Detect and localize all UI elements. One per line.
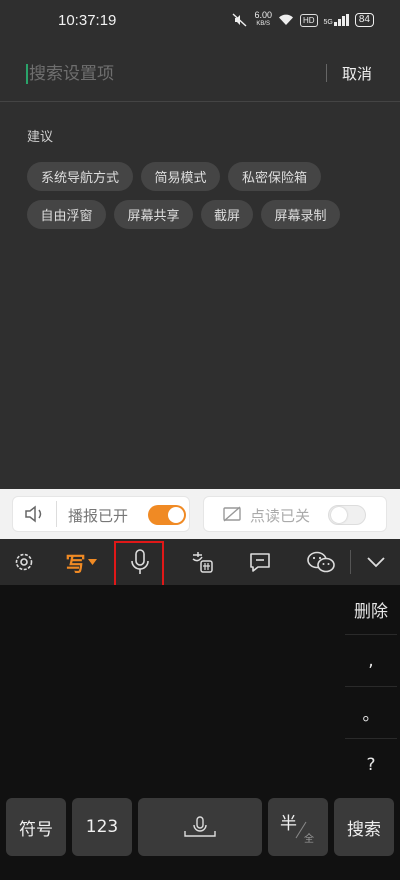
- status-icons: 6.00 KB/S HD 5G 84: [232, 11, 374, 29]
- broadcast-label: 播报已开: [68, 507, 129, 525]
- suggestion-chip[interactable]: 简易模式: [141, 162, 220, 191]
- toggle-knob: [331, 507, 347, 523]
- suggestion-chip[interactable]: 截屏: [201, 200, 253, 229]
- point-read-label: 点读已关: [250, 507, 311, 525]
- suggestion-chip[interactable]: 系统导航方式: [27, 162, 133, 191]
- network-speed: 6.00 KB/S: [254, 10, 272, 28]
- wechat-icon: [307, 551, 335, 573]
- point-read-toggle[interactable]: [328, 505, 366, 525]
- clock: 10:37:19: [58, 12, 117, 29]
- symbols-key[interactable]: 符号: [6, 798, 66, 856]
- period-key[interactable]: 。: [345, 687, 397, 739]
- keyboard: 删除 , 。 ? 符号 123 半 全 搜索: [0, 585, 400, 880]
- hd-badge: HD: [299, 13, 318, 27]
- suggestion-chip[interactable]: 屏幕录制: [261, 200, 340, 229]
- search-input[interactable]: [29, 62, 309, 86]
- divider: [350, 550, 351, 574]
- status-bar: 10:37:19 6.00 KB/S HD 5G 84: [0, 0, 400, 44]
- quick-phrase-button[interactable]: [238, 539, 282, 585]
- point-read-off-icon: [223, 506, 241, 522]
- fullwidth-label: 全: [304, 834, 314, 845]
- battery-icon: 84: [354, 13, 374, 27]
- keyboard-settings-button[interactable]: [6, 539, 42, 585]
- emoji-face-button[interactable]: [180, 539, 224, 585]
- dropdown-triangle-icon: [87, 559, 97, 565]
- suggestions-title: 建议: [27, 130, 54, 145]
- wifi-icon: [278, 14, 293, 25]
- mute-vibrate-icon: [232, 13, 247, 27]
- signal-5g: 5G: [324, 14, 349, 26]
- search-key[interactable]: 搜索: [334, 798, 394, 856]
- space-voice-key[interactable]: [138, 798, 262, 856]
- search-bar: 取消: [0, 44, 400, 102]
- speaker-icon: [25, 505, 42, 523]
- toggle-knob: [168, 507, 184, 523]
- question-key[interactable]: ?: [345, 739, 397, 791]
- collapse-keyboard-button[interactable]: [356, 539, 396, 585]
- cancel-button[interactable]: 取消: [342, 63, 372, 84]
- broadcast-toggle[interactable]: [148, 505, 186, 525]
- suggestion-chip[interactable]: 屏幕共享: [114, 200, 193, 229]
- comment-icon: [250, 553, 270, 572]
- numbers-key[interactable]: 123: [72, 798, 132, 856]
- divider: [326, 64, 327, 82]
- handwrite-button[interactable]: 写: [56, 539, 106, 585]
- half-full-width-key[interactable]: 半 全: [268, 798, 328, 856]
- divider: [56, 501, 57, 527]
- write-label: 写: [65, 551, 86, 576]
- wechat-button[interactable]: [298, 539, 344, 585]
- comma-key[interactable]: ,: [345, 635, 397, 687]
- suggestion-chip[interactable]: 私密保险箱: [228, 162, 321, 191]
- suggestion-chip[interactable]: 自由浮窗: [27, 200, 106, 229]
- text-cursor: [26, 64, 28, 84]
- delete-key[interactable]: 删除: [345, 585, 397, 635]
- ime-toolbar: 写: [0, 539, 400, 585]
- signal-bars-icon: [333, 14, 349, 26]
- microphone-icon: [184, 816, 216, 837]
- emoji-face-icon: [192, 552, 213, 573]
- accessibility-bar: 播报已开 点读已关: [0, 489, 400, 539]
- voice-highlight-box: [114, 541, 164, 589]
- collapse-chevron-icon: [367, 557, 385, 568]
- settings-icon: [15, 553, 33, 571]
